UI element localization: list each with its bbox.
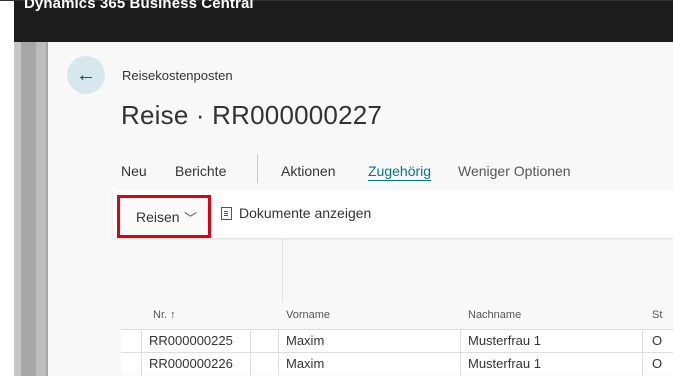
- cell-border: [460, 330, 461, 352]
- column-header-nachname[interactable]: Nachname: [468, 309, 521, 321]
- background-strip: [36, 42, 46, 376]
- table-row[interactable]: RR000000226 Maxim Musterfrau 1 O: [121, 352, 673, 375]
- action-berichte[interactable]: Berichte: [175, 163, 226, 179]
- action-neu[interactable]: Neu: [121, 163, 147, 179]
- background-strip: [14, 42, 21, 376]
- chevron-down-icon: ﹀: [184, 211, 198, 226]
- table-header: Nr. ↑ Vorname Nachname St: [121, 303, 673, 329]
- document-icon: [221, 206, 232, 220]
- action-separator: [257, 154, 258, 183]
- cell-status: O: [652, 333, 663, 348]
- cell-nr[interactable]: RR000000225: [149, 333, 233, 348]
- action-zugehoerig[interactable]: Zugehörig: [368, 163, 431, 179]
- action-aktionen[interactable]: Aktionen: [281, 163, 335, 179]
- cell-nachname: Musterfrau 1: [468, 356, 541, 371]
- arrow-left-icon: ←: [76, 63, 96, 86]
- column-divider: [282, 238, 283, 302]
- cell-status: O: [652, 356, 663, 371]
- breadcrumb[interactable]: Reisekostenposten: [122, 68, 233, 83]
- column-header-status[interactable]: St: [652, 309, 662, 321]
- cell-vorname: Maxim: [286, 356, 325, 371]
- cell-border: [278, 330, 279, 352]
- cell-border: [642, 353, 643, 375]
- column-header-nr[interactable]: Nr. ↑: [153, 309, 176, 321]
- row-selector[interactable]: [121, 330, 142, 352]
- cell-nr[interactable]: RR000000226: [149, 356, 233, 371]
- table-row[interactable]: RR000000225 Maxim Musterfrau 1 O: [121, 329, 673, 352]
- cell-border: [642, 330, 643, 352]
- reisen-button[interactable]: Reisen ﹀: [117, 195, 211, 238]
- cell-border: [250, 330, 251, 352]
- dokumente-anzeigen-button[interactable]: Dokumente anzeigen: [221, 205, 371, 221]
- app-title: Dynamics 365 Business Central: [24, 0, 254, 12]
- page-title: Reise · RR000000227: [121, 100, 383, 130]
- back-button[interactable]: ←: [67, 56, 105, 94]
- column-header-vorname[interactable]: Vorname: [286, 309, 330, 321]
- reisen-label: Reisen: [136, 209, 180, 225]
- cell-border: [250, 353, 251, 375]
- cell-nachname: Musterfrau 1: [468, 333, 541, 348]
- action-weniger-optionen[interactable]: Weniger Optionen: [458, 163, 571, 179]
- app-header: Dynamics 365 Business Central: [14, 0, 673, 42]
- cell-border: [460, 353, 461, 375]
- cell-border: [278, 353, 279, 375]
- row-selector[interactable]: [121, 353, 142, 375]
- dokumente-anzeigen-label: Dokumente anzeigen: [239, 205, 372, 221]
- cell-vorname: Maxim: [286, 333, 325, 348]
